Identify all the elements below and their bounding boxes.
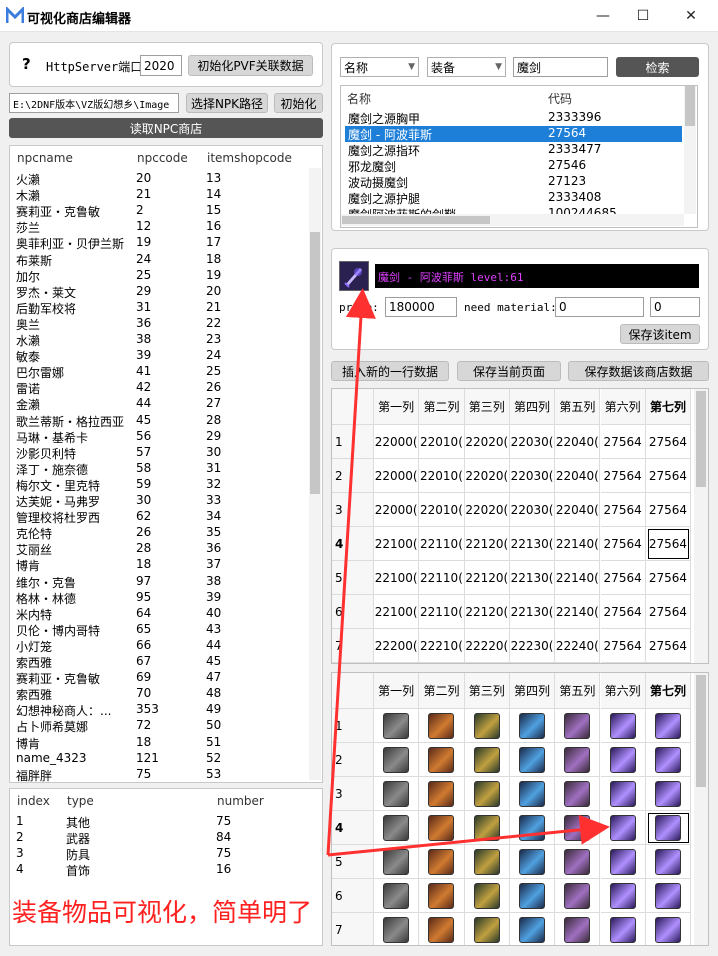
arrow-to-item-icon <box>326 288 376 856</box>
annotation-caption: 装备物品可视化，简单明了 <box>12 898 313 927</box>
arrow-to-icon-grid <box>327 814 610 857</box>
annotation-arrows <box>326 288 610 857</box>
